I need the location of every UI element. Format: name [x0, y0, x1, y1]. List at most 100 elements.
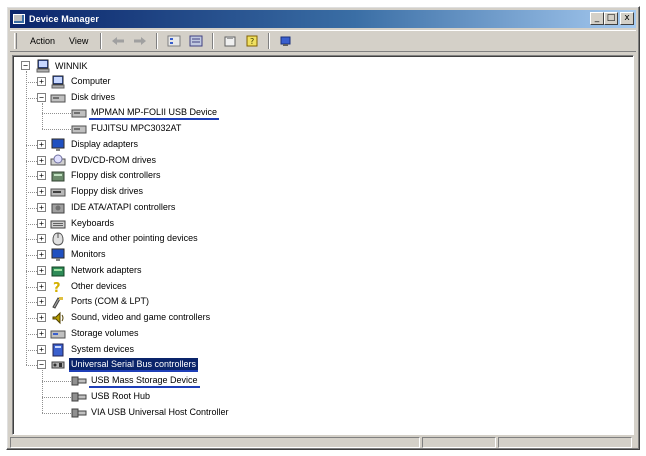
expand-icon[interactable]: + — [37, 171, 46, 181]
tree-device[interactable]: MPMAN MP-FOLII USB Device — [13, 105, 633, 121]
tree-device-label: MPMAN MP-FOLII USB Device — [89, 106, 220, 121]
usb-device-icon — [71, 374, 87, 388]
toolbar-separator — [100, 33, 103, 49]
tree-device[interactable]: USB Root Hub — [13, 389, 633, 405]
toolbar-separator — [268, 33, 271, 49]
usb-device-icon — [71, 390, 87, 404]
expand-icon[interactable]: + — [37, 234, 46, 244]
tree-device[interactable]: USB Mass Storage Device — [13, 373, 633, 389]
expand-icon[interactable]: + — [37, 313, 46, 322]
expand-icon[interactable]: + — [37, 344, 46, 354]
expand-icon[interactable]: + — [37, 250, 46, 259]
tree-connector — [26, 349, 37, 351]
tree-connector — [26, 239, 37, 241]
tree-category[interactable]: + Ports (COM & LPT) — [13, 294, 633, 310]
tree-category-label: Other devices — [71, 280, 127, 291]
computer-icon — [50, 75, 66, 89]
tree-connector — [42, 381, 71, 382]
help-icon[interactable]: ? — [243, 33, 261, 49]
expand-icon[interactable]: + — [37, 155, 46, 165]
tree-category[interactable]: + Keyboards — [13, 216, 633, 232]
tree-category-label: Keyboards — [71, 217, 115, 228]
tree-category[interactable]: + DVD/CD-ROM drives — [13, 153, 633, 169]
expand-icon[interactable]: + — [37, 202, 46, 212]
collapse-icon[interactable]: − — [37, 92, 46, 102]
tree-connector — [26, 286, 37, 288]
expand-icon[interactable]: + — [37, 265, 46, 275]
tree-category[interactable]: + System devices — [13, 342, 633, 358]
storage-icon — [50, 327, 66, 341]
mouse-icon — [50, 232, 66, 246]
tree-category-label: Floppy disk drives — [71, 186, 144, 196]
tree-connector — [42, 396, 71, 398]
tree-connector — [26, 302, 37, 304]
device-manager-app-icon — [13, 14, 25, 24]
tree-category[interactable]: − Universal Serial Bus controllers — [13, 357, 633, 373]
tree-category-label: Universal Serial Bus controllers — [69, 358, 199, 373]
expand-icon[interactable]: + — [37, 187, 46, 196]
usb-icon — [50, 358, 66, 372]
back-arrow-icon[interactable] — [109, 33, 127, 49]
collapse-icon[interactable]: − — [37, 360, 46, 370]
tree-category[interactable]: − Disk drives — [13, 90, 633, 106]
disk-icon — [71, 122, 87, 136]
tree-connector — [26, 207, 37, 209]
close-button[interactable]: x — [620, 12, 634, 25]
expand-icon[interactable]: + — [37, 297, 46, 307]
computer-icon — [35, 59, 51, 73]
tree-category-label: Display adapters — [71, 138, 139, 149]
tree-device-label: USB Mass Storage Device — [89, 374, 200, 388]
toolbar-separator — [156, 33, 159, 49]
device-tree-pane[interactable]: − WINNIK + Computer − Disk drives MPMAN MP-FOL… — [12, 55, 634, 435]
floppy-icon — [50, 185, 66, 199]
maximize-button[interactable]: □ — [604, 12, 618, 25]
tree-category-label: Disk drives — [71, 91, 116, 102]
properties-icon[interactable] — [221, 33, 239, 49]
tree-category[interactable]: + Network adapters — [13, 263, 633, 279]
tree-category[interactable]: +? Other devices — [13, 279, 633, 295]
expand-icon[interactable]: + — [37, 218, 46, 228]
tree-device[interactable]: FUJITSU MPC3032AT — [13, 121, 633, 137]
forward-arrow-icon[interactable] — [131, 33, 149, 49]
toolbar-separator — [212, 33, 215, 49]
tree-category-label: IDE ATA/ATAPI controllers — [71, 201, 176, 212]
expand-icon[interactable]: + — [37, 76, 46, 86]
ide-icon — [50, 201, 66, 215]
sound-icon — [50, 311, 66, 325]
status-bar — [10, 437, 636, 448]
title-bar[interactable]: Device Manager _ □ x — [10, 10, 636, 28]
tree-category[interactable]: + IDE ATA/ATAPI controllers — [13, 200, 633, 216]
tree-category[interactable]: + Floppy disk drives — [13, 184, 633, 200]
tree-category-label: Sound, video and game controllers — [71, 312, 211, 322]
view-icon[interactable] — [165, 33, 183, 49]
scan-icon[interactable] — [277, 33, 295, 49]
expand-icon[interactable]: + — [37, 281, 46, 291]
expand-icon[interactable]: + — [37, 328, 46, 338]
tree-category[interactable]: + Storage volumes — [13, 326, 633, 342]
tree-category[interactable]: + Display adapters — [13, 137, 633, 153]
tree-category[interactable]: + Sound, video and game controllers — [13, 310, 633, 326]
minimize-button[interactable]: _ — [590, 12, 604, 25]
status-pane-main — [10, 437, 420, 448]
expand-icon[interactable]: + — [37, 139, 46, 149]
monitor-icon — [50, 248, 66, 262]
list-icon[interactable] — [187, 33, 205, 49]
tree-device-label: USB Root Hub — [91, 390, 151, 401]
tree-connector — [26, 223, 37, 225]
port-icon — [50, 295, 66, 309]
tree-root-label: WINNIK — [55, 61, 88, 71]
menu-view[interactable]: View — [62, 36, 95, 46]
tree-category[interactable]: + Monitors — [13, 247, 633, 263]
tree-connector — [26, 318, 37, 319]
toolbar-grip[interactable] — [14, 33, 17, 49]
tree-category[interactable]: + Computer — [13, 74, 633, 90]
tree-category[interactable]: + Mice and other pointing devices — [13, 231, 633, 247]
device-manager-window: Device Manager _ □ x Action View ? − WIN… — [6, 6, 640, 450]
collapse-icon[interactable]: − — [21, 61, 30, 70]
tree-connector — [42, 113, 71, 115]
tree-connector — [26, 192, 37, 193]
tree-connector — [26, 144, 37, 146]
menu-action[interactable]: Action — [23, 36, 62, 46]
tree-device[interactable]: VIA USB Universal Host Controller — [13, 405, 633, 421]
tree-category[interactable]: + Floppy disk controllers — [13, 168, 633, 184]
